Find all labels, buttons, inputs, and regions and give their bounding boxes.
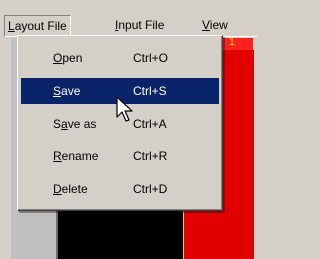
menu-mnemonic: V xyxy=(202,18,210,32)
menu-item-open[interactable]: Open Ctrl+O xyxy=(21,45,219,71)
menu-item-label: Delete xyxy=(53,182,88,196)
menu-item-label: Rename xyxy=(53,149,99,163)
menu-label: nput File xyxy=(118,18,165,32)
menu-item-label: Open xyxy=(53,51,83,65)
menu-item-label: Save as xyxy=(53,117,97,131)
menu-input-file[interactable]: Input File xyxy=(112,15,167,35)
mouse-pointer-icon xyxy=(116,96,133,122)
menu-bar: Layout File Input File View xyxy=(4,14,257,37)
menu-item-rename[interactable]: Rename Ctrl+R xyxy=(21,143,219,169)
menu-item-shortcut: Ctrl+A xyxy=(133,117,167,131)
menu-item-shortcut: Ctrl+S xyxy=(133,84,167,98)
menu-item-label: Save xyxy=(53,84,81,98)
menu-item-shortcut: Ctrl+D xyxy=(133,182,168,196)
canvas-label-number: 1 xyxy=(228,36,235,48)
menu-label: ayout File xyxy=(14,19,67,33)
menu-mnemonic: L xyxy=(8,19,15,33)
menu-item-shortcut: Ctrl+O xyxy=(133,51,169,65)
menu-view[interactable]: View xyxy=(199,15,231,35)
menu-item-delete[interactable]: Delete Ctrl+D xyxy=(21,176,219,202)
menu-label: iew xyxy=(209,18,228,32)
menu-item-shortcut: Ctrl+R xyxy=(133,149,168,163)
menu-layout-file[interactable]: Layout File xyxy=(4,15,71,37)
